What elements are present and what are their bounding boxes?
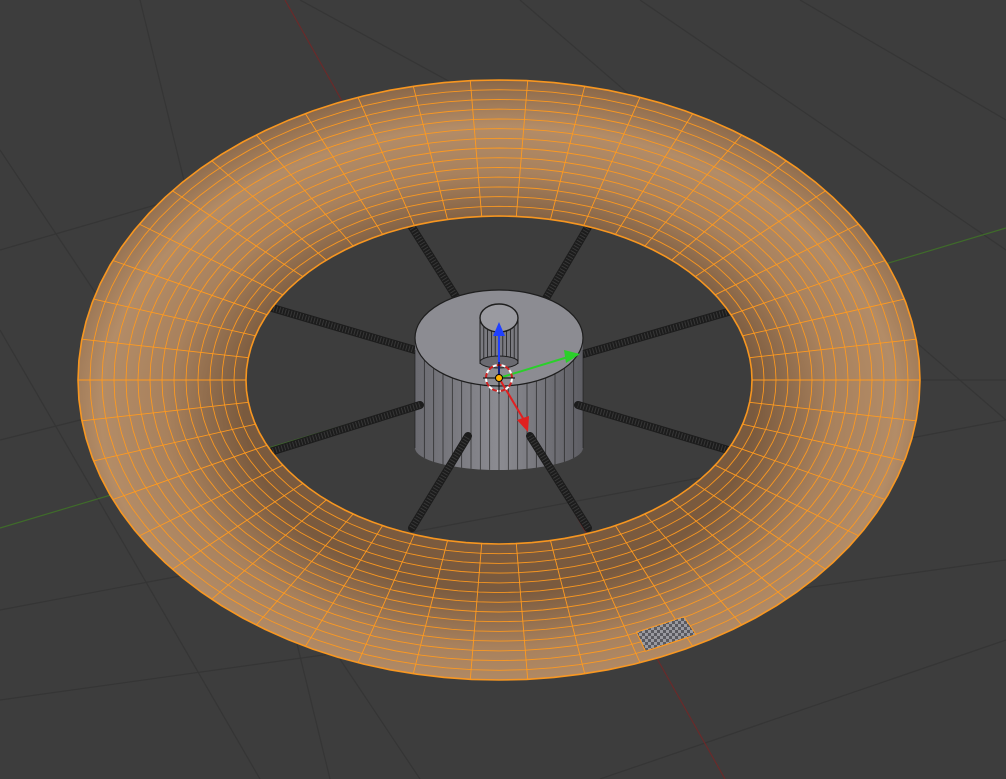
grid-line [799,0,1006,121]
grid-line [599,639,1006,779]
object-origin-icon [495,374,503,382]
3d-viewport[interactable] [0,0,1006,779]
viewport-scene[interactable] [0,0,1006,779]
